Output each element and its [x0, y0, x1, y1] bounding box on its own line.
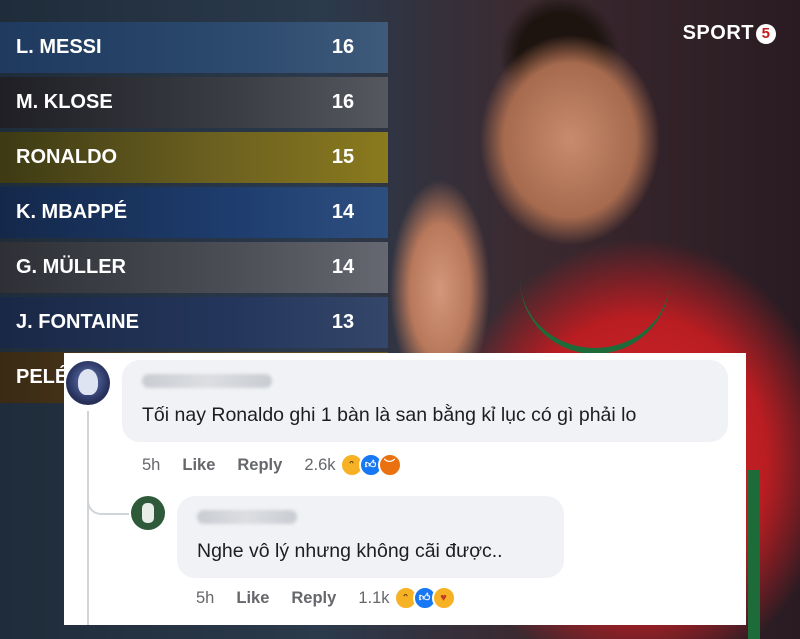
comment-actions: 5h Like Reply 2.6k ᵔ 👍︎ ︶ — [142, 453, 402, 477]
comment-bubble: Tối nay Ronaldo ghi 1 bàn là san bằng kỉ… — [122, 360, 728, 442]
comment-actions: 5h Like Reply 1.1k ᵔ 👍︎ ♥ — [196, 586, 456, 610]
reaction-count[interactable]: 2.6k — [304, 456, 335, 475]
goal-count: 15 — [331, 146, 355, 168]
angry-reaction-icon: ︶ — [377, 453, 402, 477]
comment-text: Tối nay Ronaldo ghi 1 bàn là san bằng kỉ… — [142, 404, 637, 426]
goal-count: 16 — [331, 91, 355, 113]
ranking-table: L. MESSI 16 M. KLOSE 16 RONALDO 15 K. MB… — [0, 22, 388, 407]
reply-button[interactable]: Reply — [237, 456, 282, 475]
ranking-row: K. MBAPPÉ 14 — [0, 187, 388, 238]
comment-time[interactable]: 5h — [196, 589, 214, 608]
goal-count: 14 — [331, 201, 355, 223]
avatar[interactable] — [131, 496, 165, 530]
ranking-row: M. KLOSE 16 — [0, 77, 388, 128]
blurred-author-name[interactable] — [142, 374, 272, 388]
logo-text: SPORT — [682, 22, 754, 44]
ranking-row: J. FONTAINE 13 — [0, 297, 388, 348]
player-name: G. MÜLLER — [16, 256, 126, 278]
avatar-figure — [78, 369, 98, 395]
reply-connector — [87, 461, 129, 515]
goal-count: 16 — [331, 36, 355, 58]
reaction-icons[interactable]: ᵔ 👍︎ ♥ — [393, 586, 456, 610]
reaction-count[interactable]: 1.1k — [358, 589, 389, 608]
thread-line — [87, 411, 89, 625]
like-button[interactable]: Like — [236, 589, 269, 608]
care-reaction-icon: ♥ — [431, 586, 456, 610]
goal-count: 13 — [331, 311, 355, 333]
comment-text: Nghe vô lý nhưng không cãi được.. — [197, 540, 503, 562]
player-name: RONALDO — [16, 146, 118, 168]
jersey-trim — [748, 470, 760, 639]
reaction-icons[interactable]: ᵔ 👍︎ ︶ — [339, 453, 402, 477]
player-name: K. MBAPPÉ — [16, 201, 128, 223]
comment-panel: Tối nay Ronaldo ghi 1 bàn là san bằng kỉ… — [64, 353, 746, 625]
sport5-logo: SPORT 5 — [683, 22, 776, 45]
player-name: PELÉ — [16, 366, 69, 388]
player-name: J. FONTAINE — [16, 311, 139, 333]
like-button[interactable]: Like — [182, 456, 215, 475]
ranking-row: L. MESSI 16 — [0, 22, 388, 73]
blurred-author-name[interactable] — [197, 510, 297, 524]
avatar[interactable] — [66, 361, 110, 405]
ranking-row: G. MÜLLER 14 — [0, 242, 388, 293]
ranking-row: RONALDO 15 — [0, 132, 388, 183]
player-name: M. KLOSE — [16, 91, 113, 113]
goal-count: 14 — [331, 256, 355, 278]
player-name: L. MESSI — [16, 36, 102, 58]
reply-button[interactable]: Reply — [291, 589, 336, 608]
logo-badge: 5 — [756, 23, 776, 44]
jersey-collar — [520, 258, 670, 354]
avatar-figure — [142, 503, 154, 523]
reply-bubble: Nghe vô lý nhưng không cãi được.. — [177, 496, 564, 578]
comment-time[interactable]: 5h — [142, 456, 160, 475]
